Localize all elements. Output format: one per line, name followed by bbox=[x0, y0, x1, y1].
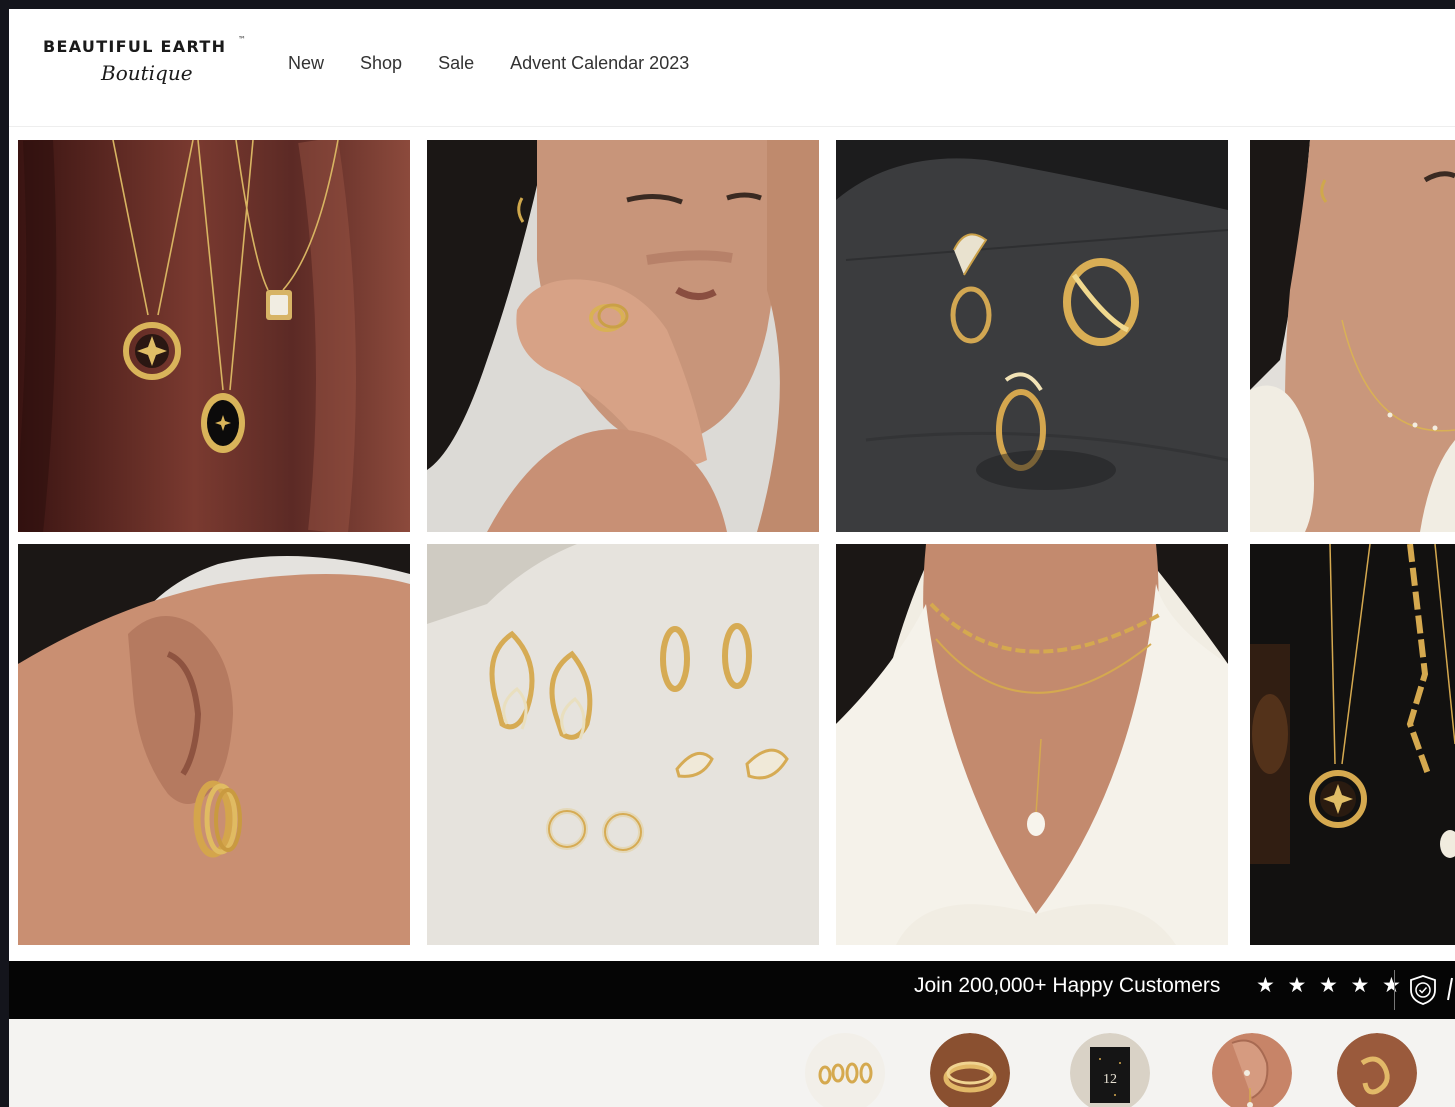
brand-name: BEAUTIFUL EARTH bbox=[43, 37, 227, 56]
site-header: BEAUTIFUL EARTH ™ Boutique New Shop Sale… bbox=[9, 9, 1455, 127]
page: BEAUTIFUL EARTH ™ Boutique New Shop Sale… bbox=[9, 9, 1455, 1107]
gallery-tile-earrings-cream[interactable] bbox=[427, 544, 819, 945]
gallery-tile-model-necklace[interactable] bbox=[1250, 140, 1455, 532]
gallery-tile-necklaces[interactable] bbox=[18, 140, 410, 532]
banner-text: Join 200,000+ Happy Customers bbox=[914, 974, 1221, 997]
category-ear-cuff[interactable] bbox=[1212, 1033, 1292, 1107]
shield-check-icon bbox=[1407, 974, 1439, 1006]
banner-divider bbox=[1394, 970, 1395, 1010]
gallery-tile-rings-slate[interactable] bbox=[836, 140, 1228, 532]
svg-text:12: 12 bbox=[1103, 1072, 1117, 1087]
brand-trademark: ™ bbox=[238, 35, 246, 44]
gallery-tile-model-ring[interactable] bbox=[427, 140, 819, 532]
rating-stars-icon: ★ ★ ★ ★ ★ bbox=[1256, 973, 1404, 997]
gallery-tile-model-layered[interactable] bbox=[836, 544, 1228, 945]
banner-truncated-text bbox=[1447, 975, 1453, 1003]
brand-subtitle: Boutique bbox=[101, 61, 193, 85]
category-advent-calendar[interactable]: 12 bbox=[1070, 1033, 1150, 1107]
gallery-tile-necklaces-dark[interactable] bbox=[1250, 544, 1455, 945]
main-nav: New Shop Sale Advent Calendar 2023 bbox=[288, 49, 725, 79]
trust-banner: Join 200,000+ Happy Customers ★ ★ ★ ★ ★ bbox=[9, 961, 1455, 1019]
nav-item-new[interactable]: New bbox=[288, 49, 324, 79]
nav-item-advent-calendar[interactable]: Advent Calendar 2023 bbox=[510, 49, 689, 79]
category-row: 12 bbox=[9, 1019, 1455, 1107]
brand-logo[interactable]: BEAUTIFUL EARTH ™ Boutique bbox=[41, 35, 251, 95]
gallery-tile-model-hoop[interactable] bbox=[18, 544, 410, 945]
nav-item-shop[interactable]: Shop bbox=[360, 49, 402, 79]
category-rings[interactable] bbox=[930, 1033, 1010, 1107]
category-earrings[interactable] bbox=[805, 1033, 885, 1107]
category-wave-ring[interactable] bbox=[1337, 1033, 1417, 1107]
nav-item-sale[interactable]: Sale bbox=[438, 49, 474, 79]
